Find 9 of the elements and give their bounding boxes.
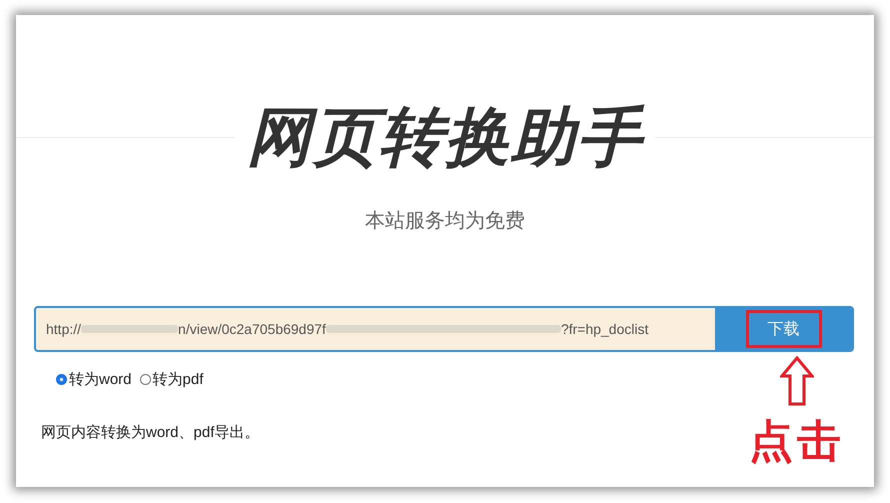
radio-label[interactable]: 转为pdf bbox=[152, 370, 204, 389]
click-annotation: 点击 bbox=[749, 416, 845, 468]
radio-button[interactable] bbox=[56, 374, 67, 385]
up-arrow-icon bbox=[780, 356, 814, 406]
description: 网页内容转换为word、pdf导出。 bbox=[41, 423, 260, 442]
subtitle: 本站服务均为免费 bbox=[364, 209, 526, 234]
radio-button[interactable] bbox=[140, 374, 151, 385]
site-title: 网页转换助手 bbox=[247, 100, 643, 174]
radio-label[interactable]: 转为word bbox=[69, 370, 132, 389]
